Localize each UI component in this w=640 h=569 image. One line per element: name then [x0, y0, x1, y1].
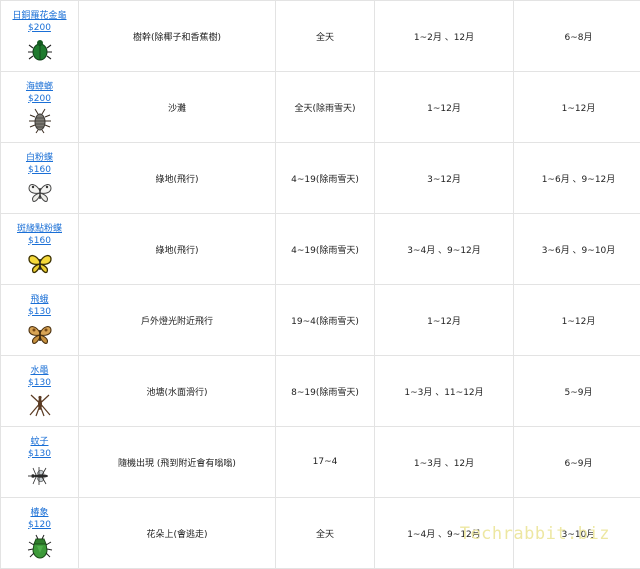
name-cell: 日銅羅花金龜 $200	[1, 1, 79, 72]
bug-table: 日銅羅花金龜 $200 樹幹(除椰子和香蕉樹) 全天 1~2月 、12月 6~8…	[0, 0, 640, 569]
bug-name-link[interactable]: 蚊子	[30, 436, 48, 448]
location-cell: 沙灘	[79, 72, 276, 143]
bug-name-link[interactable]: 飛蛾	[30, 294, 48, 306]
north-months-cell: 3~4月 、9~12月	[375, 214, 514, 285]
time-cell: 全天(除雨雪天)	[276, 72, 375, 143]
bug-name-link[interactable]: 白粉蝶	[26, 152, 53, 164]
stinkbug-icon	[27, 534, 53, 560]
name-cell: 白粉蝶 $160	[1, 143, 79, 214]
watermark: Techrabbit.biz	[460, 524, 610, 544]
mosquito-icon	[27, 463, 53, 489]
moth-icon	[27, 321, 53, 347]
bug-price-link[interactable]: $130	[28, 306, 51, 318]
location-cell: 戶外燈光附近飛行	[79, 285, 276, 356]
table-row: 日銅羅花金龜 $200 樹幹(除椰子和香蕉樹) 全天 1~2月 、12月 6~8…	[1, 1, 640, 72]
table-row: 蚊子 $130 隨機出現 (飛到附近會有嗡嗡) 17~4 1~3月 、12月 6…	[1, 427, 640, 498]
south-months-cell: 6~9月	[514, 427, 640, 498]
bug-price-link[interactable]: $200	[28, 22, 51, 34]
north-months-cell: 1~12月	[375, 72, 514, 143]
north-months-cell: 1~3月 、12月	[375, 427, 514, 498]
location-cell: 花朵上(會逃走)	[79, 498, 276, 569]
north-months-cell: 1~2月 、12月	[375, 1, 514, 72]
time-cell: 全天	[276, 1, 375, 72]
bug-price-link[interactable]: $200	[28, 93, 51, 105]
south-months-cell: 1~12月	[514, 72, 640, 143]
south-months-cell: 1~12月	[514, 285, 640, 356]
table-row: 白粉蝶 $160 綠地(飛行) 4~19(除雨雪天) 3~12月 1~6月 、9…	[1, 143, 640, 214]
name-cell: 飛蛾 $130	[1, 285, 79, 356]
bug-name-link[interactable]: 椿象	[30, 507, 48, 519]
south-months-cell: 5~9月	[514, 356, 640, 427]
name-cell: 椿象 $120	[1, 498, 79, 569]
north-months-cell: 1~3月 、11~12月	[375, 356, 514, 427]
north-months-cell: 1~12月	[375, 285, 514, 356]
name-cell: 海蟑螂 $200	[1, 72, 79, 143]
bug-name-link[interactable]: 日銅羅花金龜	[12, 10, 66, 22]
bug-price-link[interactable]: $120	[28, 519, 51, 531]
location-cell: 樹幹(除椰子和香蕉樹)	[79, 1, 276, 72]
name-cell: 水黽 $130	[1, 356, 79, 427]
time-cell: 17~4	[276, 427, 375, 498]
bug-price-link[interactable]: $130	[28, 448, 51, 460]
sea-louse-icon	[27, 108, 53, 134]
table-row: 海蟑螂 $200 沙灘 全天(除雨雪天) 1~12月 1~12月	[1, 72, 640, 143]
time-cell: 全天	[276, 498, 375, 569]
table-row: 飛蛾 $130 戶外燈光附近飛行 19~4(除雨雪天) 1~12月 1~12月	[1, 285, 640, 356]
bug-name-link[interactable]: 水黽	[30, 365, 48, 377]
south-months-cell: 1~6月 、9~12月	[514, 143, 640, 214]
bug-price-link[interactable]: $130	[28, 377, 51, 389]
name-cell: 蚊子 $130	[1, 427, 79, 498]
bug-price-link[interactable]: $160	[28, 164, 51, 176]
location-cell: 池塘(水面滑行)	[79, 356, 276, 427]
name-cell: 斑緣點粉蝶 $160	[1, 214, 79, 285]
location-cell: 綠地(飛行)	[79, 143, 276, 214]
bug-name-link[interactable]: 斑緣點粉蝶	[17, 223, 62, 235]
location-cell: 隨機出現 (飛到附近會有嗡嗡)	[79, 427, 276, 498]
south-months-cell: 3~6月 、9~10月	[514, 214, 640, 285]
pondskater-icon	[27, 392, 53, 418]
bug-name-link[interactable]: 海蟑螂	[26, 81, 53, 93]
bug-price-link[interactable]: $160	[28, 235, 51, 247]
time-cell: 8~19(除雨雪天)	[276, 356, 375, 427]
green-beetle-icon	[27, 37, 53, 63]
white-butterfly-icon	[27, 179, 53, 205]
yellow-butterfly-icon	[27, 250, 53, 276]
time-cell: 19~4(除雨雪天)	[276, 285, 375, 356]
north-months-cell: 3~12月	[375, 143, 514, 214]
time-cell: 4~19(除雨雪天)	[276, 143, 375, 214]
location-cell: 綠地(飛行)	[79, 214, 276, 285]
table-row: 水黽 $130 池塘(水面滑行) 8~19(除雨雪天) 1~3月 、11~12月…	[1, 356, 640, 427]
table-row: 斑緣點粉蝶 $160 綠地(飛行) 4~19(除雨雪天) 3~4月 、9~12月…	[1, 214, 640, 285]
south-months-cell: 6~8月	[514, 1, 640, 72]
time-cell: 4~19(除雨雪天)	[276, 214, 375, 285]
